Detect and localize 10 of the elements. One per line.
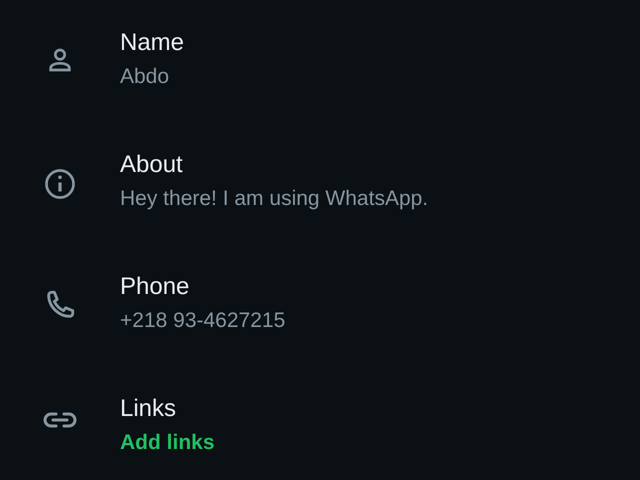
field-value: Abdo	[120, 64, 170, 90]
field-label: About	[120, 150, 183, 180]
field-label: Name	[120, 28, 184, 58]
add-links-link[interactable]: Add links	[120, 428, 215, 458]
link-icon	[42, 410, 78, 430]
field-label: Links	[120, 394, 176, 424]
field-value: Hey there! I am using WhatsApp.	[120, 186, 428, 212]
field-label: Phone	[120, 272, 190, 302]
field-value: +218 93-4627215	[120, 308, 286, 334]
info-icon	[42, 166, 78, 202]
